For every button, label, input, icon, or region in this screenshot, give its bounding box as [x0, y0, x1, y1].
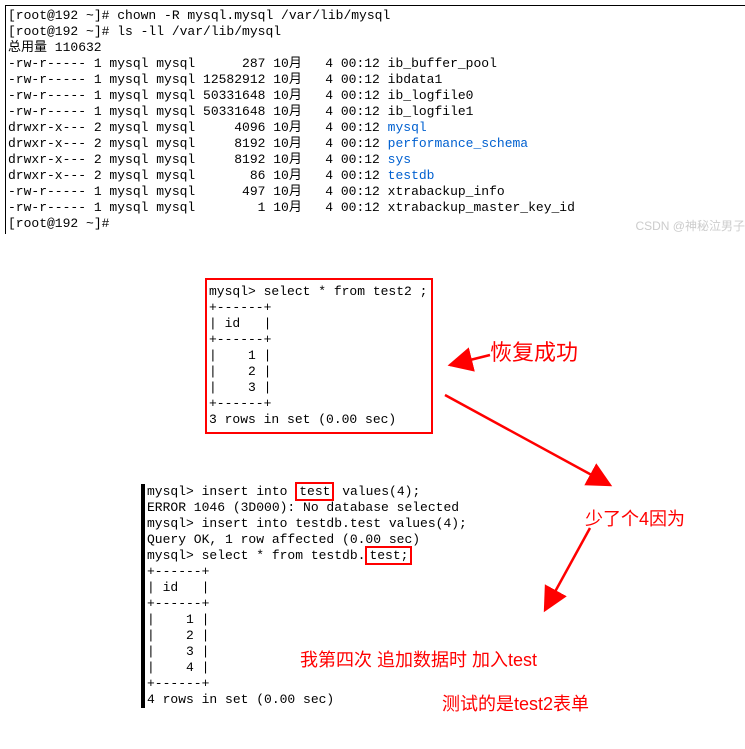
- csdn-watermark: CSDN @神秘泣男子: [635, 217, 745, 234]
- annotation-arrows: [0, 0, 745, 749]
